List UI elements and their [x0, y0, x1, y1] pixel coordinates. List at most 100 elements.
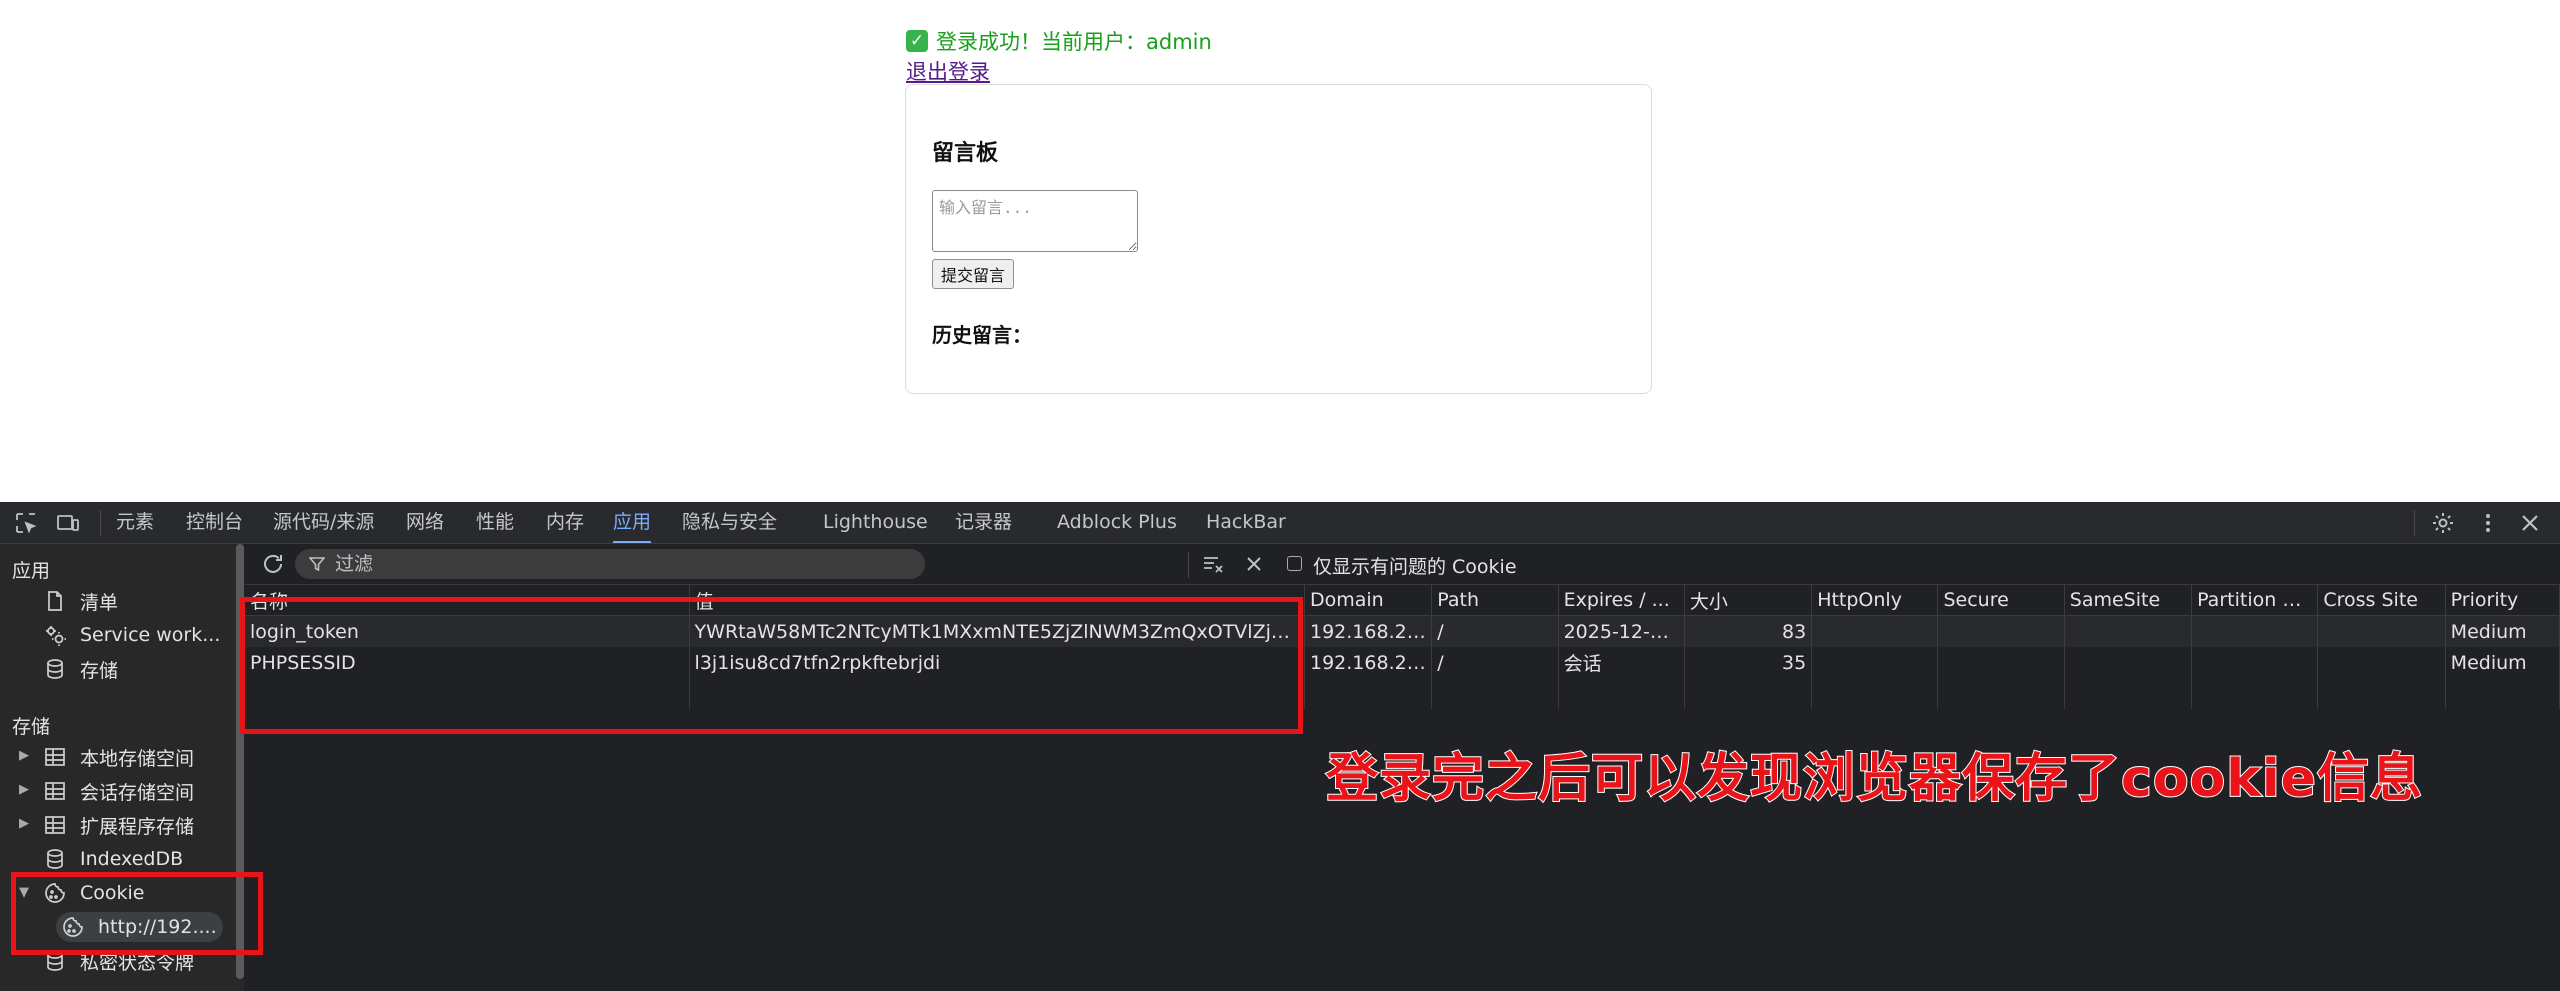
- message-input[interactable]: [932, 190, 1138, 252]
- submit-message-button[interactable]: 提交留言: [932, 259, 1015, 289]
- tab-console[interactable]: 控制台: [186, 502, 243, 543]
- login-status: ✓ 登录成功！当前用户：admin: [906, 26, 1212, 56]
- sidebar-section-app: 应用: [12, 560, 51, 582]
- column-header-value[interactable]: 值: [689, 585, 1306, 616]
- database-icon: [47, 849, 63, 869]
- delete-selected-icon[interactable]: [1244, 554, 1264, 579]
- close-devtools-icon[interactable]: [2518, 511, 2542, 535]
- column-header-name[interactable]: 名称: [245, 585, 690, 616]
- sidebar-item-label: http://192....: [98, 916, 217, 938]
- sidebar-item-label: 会话存储空间: [80, 781, 195, 804]
- tab-hackbar[interactable]: HackBar: [1206, 502, 1286, 543]
- filter-input[interactable]: [333, 552, 925, 576]
- settings-icon[interactable]: [2431, 511, 2455, 535]
- sidebar-item-cookie[interactable]: Cookie: [44, 877, 145, 909]
- expand-arrow-icon[interactable]: ▶: [19, 816, 29, 831]
- column-header-cross-site[interactable]: Cross Site: [2317, 585, 2446, 616]
- column-header-path[interactable]: Path: [1431, 585, 1559, 616]
- login-status-text: 登录成功！当前用户：admin: [936, 30, 1212, 54]
- sidebar-item-cookie-origin[interactable]: http://192....: [62, 911, 217, 943]
- sidebar-scrollbar[interactable]: [236, 544, 244, 979]
- cookie-samesite-cell: [2064, 647, 2193, 678]
- cookie-httponly-cell: [1811, 647, 1939, 678]
- column-header-partition-key[interactable]: Partition K...: [2191, 585, 2319, 616]
- table-icon: [45, 816, 65, 834]
- cookie-domain-cell: 192.168.2....: [1304, 615, 1433, 647]
- devtools-tabbar: 元素 控制台 源代码/来源 网络 性能 内存 应用 隐私与安全 Lighthou…: [0, 502, 2560, 544]
- tab-application[interactable]: 应用: [613, 502, 652, 543]
- cookie-priority-cell: Medium: [2445, 647, 2560, 678]
- tab-recorder[interactable]: 记录器: [955, 502, 1012, 543]
- tab-performance[interactable]: 性能: [476, 502, 514, 543]
- sidebar-item-label: 扩展程序存储: [80, 815, 195, 838]
- sidebar-item-label: 存储: [80, 659, 119, 682]
- tab-memory[interactable]: 内存: [546, 502, 584, 543]
- more-options-icon[interactable]: [2476, 511, 2500, 535]
- database-icon: [47, 659, 63, 679]
- table-icon: [45, 782, 65, 800]
- column-header-expires[interactable]: Expires / ...: [1558, 585, 1685, 616]
- sidebar-item-local-storage[interactable]: 本地存储空间: [44, 741, 194, 773]
- cookie-secure-cell: [1937, 647, 2065, 678]
- cookie-expires-cell: 2025-12-1...: [1558, 615, 1685, 647]
- column-header-priority[interactable]: Priority: [2445, 585, 2560, 616]
- table-header-row: 名称 值 Domain Path Expires / ... 大小 HttpOn…: [245, 585, 2560, 616]
- tab-lighthouse[interactable]: Lighthouse: [823, 502, 928, 543]
- sidebar-item-label: 私密状态令牌: [80, 951, 195, 974]
- cookie-httponly-cell: [1811, 615, 1939, 647]
- table-row[interactable]: login_token YWRtaW58MTc2NTcyMTk1MXxmNTE5…: [245, 615, 2560, 647]
- tab-sources[interactable]: 源代码/来源: [273, 502, 374, 543]
- cookie-name-cell: PHPSESSID: [245, 647, 690, 678]
- web-page: ✓ 登录成功！当前用户：admin 退出登录 留言板 提交留言 历史留言：: [0, 0, 2560, 502]
- application-sidebar: 应用 清单 Service work... 存储 存储 ▶ 本地存储空间 ▶ 会…: [0, 544, 244, 991]
- cookie-partition-cell: [2191, 615, 2319, 647]
- cookie-toolbar: 仅显示有问题的 Cookie: [245, 544, 2560, 585]
- expand-arrow-icon[interactable]: ▶: [19, 782, 29, 797]
- file-icon: [48, 591, 62, 611]
- column-header-domain[interactable]: Domain: [1304, 585, 1433, 616]
- sidebar-item-label: IndexedDB: [80, 848, 184, 870]
- sidebar-item-label: 本地存储空间: [80, 747, 195, 770]
- board-title: 留言板: [932, 141, 999, 166]
- cookie-cross-site-cell: [2317, 647, 2446, 678]
- sidebar-item-session-storage[interactable]: 会话存储空间: [44, 775, 194, 807]
- message-board-card: 留言板 提交留言 历史留言：: [905, 84, 1652, 394]
- table-empty-area: [245, 678, 2560, 709]
- collapse-arrow-icon[interactable]: ▼: [19, 885, 29, 900]
- cookie-value-cell: l3j1isu8cd7tfn2rpkftebrjdi: [689, 647, 1306, 678]
- sidebar-item-indexeddb[interactable]: IndexedDB: [44, 843, 183, 875]
- tab-network[interactable]: 网络: [406, 502, 444, 543]
- column-header-secure[interactable]: Secure: [1937, 585, 2065, 616]
- expand-arrow-icon[interactable]: ▶: [19, 748, 29, 763]
- device-toolbar-icon[interactable]: [56, 511, 80, 535]
- clear-filtered-icon[interactable]: [1202, 553, 1226, 580]
- annotation-caption: 登录完之后可以发现浏览器保存了cookie信息: [1325, 748, 2423, 810]
- cookie-value-cell: YWRtaW58MTc2NTcyMTk1MXxmNTE5ZjZlNWM3ZmQx…: [689, 615, 1306, 647]
- cookie-expires-cell: 会话: [1558, 647, 1685, 678]
- sidebar-section-storage: 存储: [12, 716, 51, 738]
- column-header-httponly[interactable]: HttpOnly: [1811, 585, 1939, 616]
- tab-privacy-security[interactable]: 隐私与安全: [682, 502, 777, 543]
- only-issues-checkbox[interactable]: [1287, 556, 1302, 571]
- column-header-samesite[interactable]: SameSite: [2064, 585, 2193, 616]
- sidebar-item-extension-storage[interactable]: 扩展程序存储: [44, 809, 194, 841]
- sidebar-item-storage[interactable]: 存储: [44, 653, 118, 685]
- sidebar-item-label: Service work...: [80, 624, 221, 646]
- cookie-priority-cell: Medium: [2445, 615, 2560, 647]
- cookie-secure-cell: [1937, 615, 2065, 647]
- sidebar-item-label: 清单: [80, 591, 119, 614]
- sidebar-item-service-workers[interactable]: Service work...: [44, 619, 220, 651]
- tab-adblock-plus[interactable]: Adblock Plus: [1057, 502, 1177, 543]
- cookie-path-cell: /: [1431, 647, 1559, 678]
- filter-box[interactable]: [295, 549, 925, 579]
- sidebar-item-manifest[interactable]: 清单: [44, 585, 118, 617]
- tab-elements[interactable]: 元素: [116, 502, 154, 543]
- cookie-size-cell: 35: [1684, 647, 1813, 678]
- sidebar-item-private-state-tokens[interactable]: 私密状态令牌: [44, 945, 194, 977]
- inspect-element-icon[interactable]: [14, 511, 38, 535]
- logout-link[interactable]: 退出登录: [906, 56, 990, 86]
- refresh-icon[interactable]: [261, 552, 285, 581]
- table-row[interactable]: PHPSESSID l3j1isu8cd7tfn2rpkftebrjdi 192…: [245, 647, 2560, 678]
- column-header-size[interactable]: 大小: [1684, 585, 1813, 616]
- table-icon: [45, 748, 65, 766]
